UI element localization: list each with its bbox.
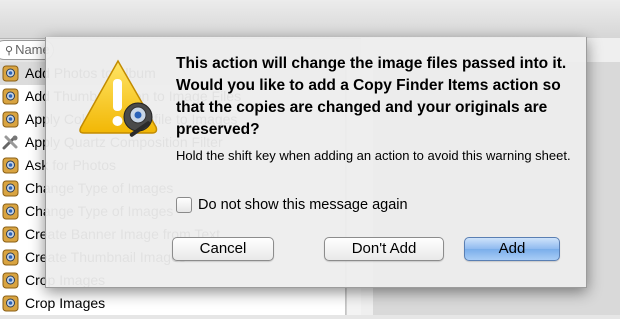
warning-icon: [79, 59, 158, 137]
automator-icon: [2, 295, 19, 312]
automator-icon: [2, 272, 19, 289]
automator-icon: [2, 203, 19, 220]
automator-icon: [2, 249, 19, 266]
add-button[interactable]: Add: [464, 237, 560, 261]
warning-sheet: This action will change the image files …: [45, 37, 587, 288]
dont-show-again-label[interactable]: Do not show this message again: [198, 196, 408, 214]
automator-icon: [2, 157, 19, 174]
cancel-button[interactable]: Cancel: [172, 237, 274, 261]
list-item[interactable]: Crop Images: [0, 292, 345, 315]
dont-show-again-checkbox[interactable]: [176, 197, 192, 213]
automator-icon: [2, 111, 19, 128]
dont-show-again-option[interactable]: Do not show this message again: [176, 196, 506, 216]
list-item-label: Crop Images: [25, 295, 106, 311]
search-icon: ⚲: [5, 45, 14, 57]
window-toolbar: [0, 0, 620, 39]
dont-add-button[interactable]: Don't Add: [324, 237, 444, 261]
dialog-headline: This action will change the image files …: [176, 55, 567, 138]
automator-icon: [2, 226, 19, 243]
dialog-hint: Hold the shift key when adding an action…: [176, 148, 571, 163]
automator-icon: [2, 180, 19, 197]
automator-icon: [2, 65, 19, 82]
automator-icon: [2, 88, 19, 105]
tools-icon: [2, 134, 19, 151]
